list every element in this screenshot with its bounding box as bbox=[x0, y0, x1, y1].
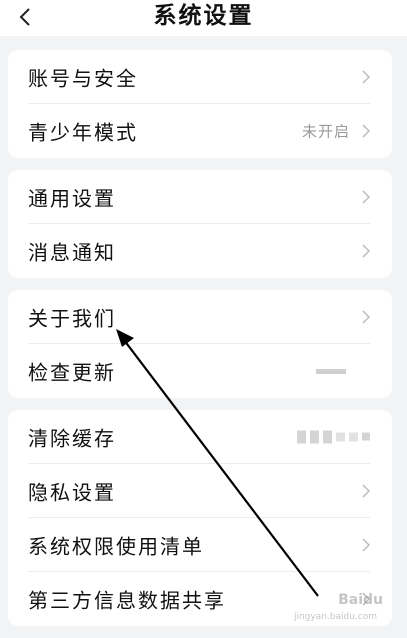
version-redacted bbox=[316, 369, 346, 374]
watermark-logo: Baidu bbox=[338, 592, 383, 608]
settings-item-privacy[interactable]: 隐私设置 bbox=[28, 464, 370, 518]
chevron-right-icon bbox=[362, 309, 370, 324]
header-bar: 系统设置 bbox=[0, 0, 407, 36]
page-title: 系统设置 bbox=[153, 3, 254, 29]
settings-item-label: 隐私设置 bbox=[28, 480, 116, 504]
settings-item-account-security[interactable]: 账号与安全 bbox=[28, 50, 370, 104]
chevron-right-icon bbox=[362, 244, 370, 258]
cache-size-redacted bbox=[297, 430, 370, 443]
settings-item-clear-cache[interactable]: 清除缓存 bbox=[28, 410, 370, 464]
chevron-right-icon bbox=[362, 69, 370, 84]
settings-item-label: 检查更新 bbox=[28, 360, 116, 385]
settings-item-label: 第三方信息数据共享 bbox=[28, 588, 226, 613]
settings-item-about-us[interactable]: 关于我们 bbox=[28, 290, 370, 344]
settings-item-permissions-list[interactable]: 系统权限使用清单 bbox=[28, 518, 370, 572]
settings-item-general[interactable]: 通用设置 bbox=[28, 170, 370, 224]
chevron-right-icon bbox=[362, 124, 370, 138]
settings-item-label: 清除缓存 bbox=[28, 426, 116, 450]
settings-item-label: 系统权限使用清单 bbox=[28, 534, 204, 558]
chevron-right-icon bbox=[362, 189, 370, 204]
settings-item-label: 青少年模式 bbox=[28, 120, 138, 145]
settings-item-notifications[interactable]: 消息通知 bbox=[28, 224, 370, 278]
settings-item-label: 账号与安全 bbox=[28, 66, 138, 90]
settings-item-check-update[interactable]: 检查更新 bbox=[28, 344, 370, 398]
settings-group-about: 关于我们 检查更新 bbox=[8, 290, 392, 398]
settings-item-label: 通用设置 bbox=[28, 186, 116, 210]
settings-item-label: 消息通知 bbox=[28, 240, 116, 265]
watermark-url: jingyan.baidu.com bbox=[293, 612, 377, 622]
settings-item-label: 关于我们 bbox=[28, 306, 116, 330]
settings-group-general: 通用设置 消息通知 bbox=[8, 170, 392, 278]
settings-item-teen-mode[interactable]: 青少年模式 未开启 bbox=[28, 104, 370, 158]
settings-group-privacy: 清除缓存 隐私设置 系统权限使用清单 第三方信息数据共享 bbox=[8, 410, 392, 626]
chevron-right-icon bbox=[362, 483, 370, 498]
chevron-right-icon bbox=[362, 537, 370, 552]
settings-group-account: 账号与安全 青少年模式 未开启 bbox=[8, 50, 392, 158]
teen-mode-status: 未开启 bbox=[301, 122, 350, 141]
